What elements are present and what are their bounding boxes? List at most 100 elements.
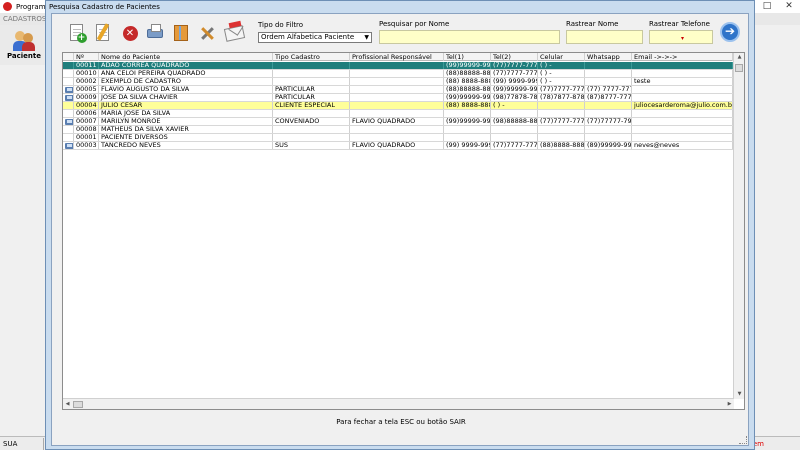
close-icon[interactable]: ✕ (778, 0, 800, 12)
cell-number: 00009 (74, 94, 99, 101)
search-patients-dialog: Pesquisa Cadastro de Pacientes + ✕ Tipo … (45, 0, 755, 450)
cell-name: EXEMPLO DE CADASTRO (99, 78, 273, 85)
filter-type-label: Tipo do Filtro (258, 21, 304, 29)
col-professional[interactable]: Profissional Responsável (350, 53, 444, 61)
close-hint-text: Para fechar a tela ESC ou botão SAIR (336, 418, 466, 426)
record-photo-icon (65, 87, 73, 93)
dialog-titlebar: Pesquisa Cadastro de Pacientes (46, 1, 754, 13)
cell-professional (350, 126, 444, 133)
cell-name: TANCREDO NEVES (99, 142, 273, 149)
col-type[interactable]: Tipo Cadastro (273, 53, 350, 61)
cell-professional (350, 102, 444, 109)
arrow-right-icon: ➔ (724, 24, 736, 38)
cell-tel1 (444, 110, 491, 117)
row-indicator (63, 102, 74, 109)
cell-number: 00008 (74, 126, 99, 133)
cell-type (273, 126, 350, 133)
delete-patient-button[interactable]: ✕ (117, 20, 142, 46)
cell-number: 00011 (74, 62, 99, 69)
scroll-right-icon[interactable]: ▶ (725, 400, 734, 409)
cell-email: neves@neves (632, 142, 733, 149)
cell-professional (350, 62, 444, 69)
cell-tel1: (88)88888-8877 (446, 70, 491, 77)
cell-whatsapp: (87)8777-7777 (587, 94, 632, 101)
track-name-label: Rastrear Nome (566, 20, 619, 28)
table-row[interactable]: 00001 PACIENTE DIVERSOS (63, 134, 733, 142)
cell-tel2: (98)88888-8887 (493, 118, 538, 125)
cell-mobile (538, 102, 585, 109)
horizontal-scroll-thumb[interactable] (73, 401, 83, 408)
app-toolbar: Paciente (0, 25, 45, 65)
resize-grip-icon[interactable] (739, 436, 747, 444)
search-name-input[interactable] (379, 30, 560, 44)
cell-professional (350, 134, 444, 141)
cell-number: 00003 (74, 142, 99, 149)
print-button[interactable] (142, 20, 167, 46)
vertical-scroll-thumb[interactable] (735, 64, 743, 72)
cell-whatsapp (585, 78, 632, 85)
horizontal-scrollbar[interactable]: ◀ ▶ (63, 398, 734, 409)
tools-button[interactable] (194, 20, 219, 46)
table-row[interactable]: 00008 MATHEUS DA SILVA XAVIER (63, 126, 733, 134)
cell-number: 00005 (74, 86, 99, 93)
paciente-button[interactable]: Paciente (4, 27, 44, 63)
go-search-button[interactable]: ➔ (720, 22, 740, 42)
scroll-down-icon[interactable]: ▼ (735, 390, 744, 399)
new-patient-button[interactable]: + (64, 20, 89, 46)
cell-type (273, 134, 350, 141)
col-whatsapp[interactable]: Whatsapp (585, 53, 632, 61)
cell-name: ADAO CORREA QUADRADO (99, 62, 273, 69)
table-row[interactable]: 00005 FLAVIO AUGUSTO DA SILVA PARTICULAR… (63, 86, 733, 94)
maximize-icon[interactable]: □ (756, 0, 778, 12)
cell-email (632, 86, 733, 93)
table-row[interactable]: 00007 MARILYN MONROE CONVENIADO FLAVIO Q… (63, 118, 733, 126)
table-row[interactable]: 00010 ANA CELOI PEREIRA QUADRADO (88)888… (63, 70, 733, 78)
table-row[interactable]: 00009 JOSE DA SILVA CHAVIER PARTICULAR (… (63, 94, 733, 102)
cell-tel1: (88)88888-8889 (446, 86, 491, 93)
scroll-left-icon[interactable]: ◀ (63, 400, 72, 409)
col-number[interactable]: Nº (74, 53, 99, 61)
email-button[interactable] (221, 20, 246, 46)
book-icon (171, 23, 191, 43)
cell-mobile (538, 126, 585, 133)
cell-email: teste (632, 78, 733, 85)
table-row[interactable]: 00006 MARIA JOSE DA SILVA (63, 110, 733, 118)
cell-name: MARIA JOSE DA SILVA (99, 110, 273, 117)
cell-name: JULIO CESAR (99, 102, 273, 109)
track-phone-input[interactable]: ▾ (649, 30, 713, 44)
table-row[interactable]: 00002 EXEMPLO DE CADASTRO (88) 8888-8888… (63, 78, 733, 86)
cell-whatsapp (585, 110, 632, 117)
table-header: Nº Nome do Paciente Tipo Cadastro Profis… (63, 53, 733, 61)
cell-number: 00006 (74, 110, 99, 117)
cell-email (632, 110, 733, 117)
cell-email (632, 70, 733, 77)
track-name-input[interactable] (566, 30, 643, 44)
row-indicator (63, 78, 74, 85)
vertical-scrollbar[interactable]: ▲ ▼ (733, 53, 744, 399)
dialog-body: + ✕ Tipo do Filtro Ordem Alfabetica Paci… (51, 13, 749, 446)
cell-type: CLIENTE ESPECIAL (273, 102, 350, 109)
col-email[interactable]: Email ->->-> (632, 53, 733, 61)
cell-number: 00010 (74, 70, 99, 77)
cell-mobile: ( ) - (538, 78, 585, 85)
table-row[interactable]: 00004 JULIO CESAR CLIENTE ESPECIAL (88) … (63, 102, 733, 110)
cell-mobile: (88)8888-8888 (540, 142, 585, 149)
edit-patient-button[interactable] (90, 20, 115, 46)
cell-email (632, 94, 733, 101)
col-tel2[interactable]: Tel(2) (491, 53, 538, 61)
col-mobile[interactable]: Celular (538, 53, 585, 61)
row-indicator (63, 126, 74, 133)
filter-type-select[interactable]: Ordem Alfabetica Paciente ▼ (258, 32, 372, 43)
table-row[interactable]: 00011 ADAO CORREA QUADRADO (99)99999-999… (63, 62, 733, 70)
col-name[interactable]: Nome do Paciente (99, 53, 273, 61)
col-tel1[interactable]: Tel(1) (444, 53, 491, 61)
cell-whatsapp: (77) 7777-7777 (585, 86, 632, 93)
row-indicator (63, 94, 74, 101)
cell-email (632, 126, 733, 133)
cell-tel2: (77)7777-7777 (493, 142, 538, 149)
row-indicator (63, 142, 74, 149)
report-button[interactable] (168, 20, 193, 46)
scroll-up-icon[interactable]: ▲ (735, 53, 744, 62)
phone-dropdown-icon: ▾ (680, 35, 684, 42)
table-row[interactable]: 00003 TANCREDO NEVES SUS FLAVIO QUADRADO… (63, 142, 733, 150)
